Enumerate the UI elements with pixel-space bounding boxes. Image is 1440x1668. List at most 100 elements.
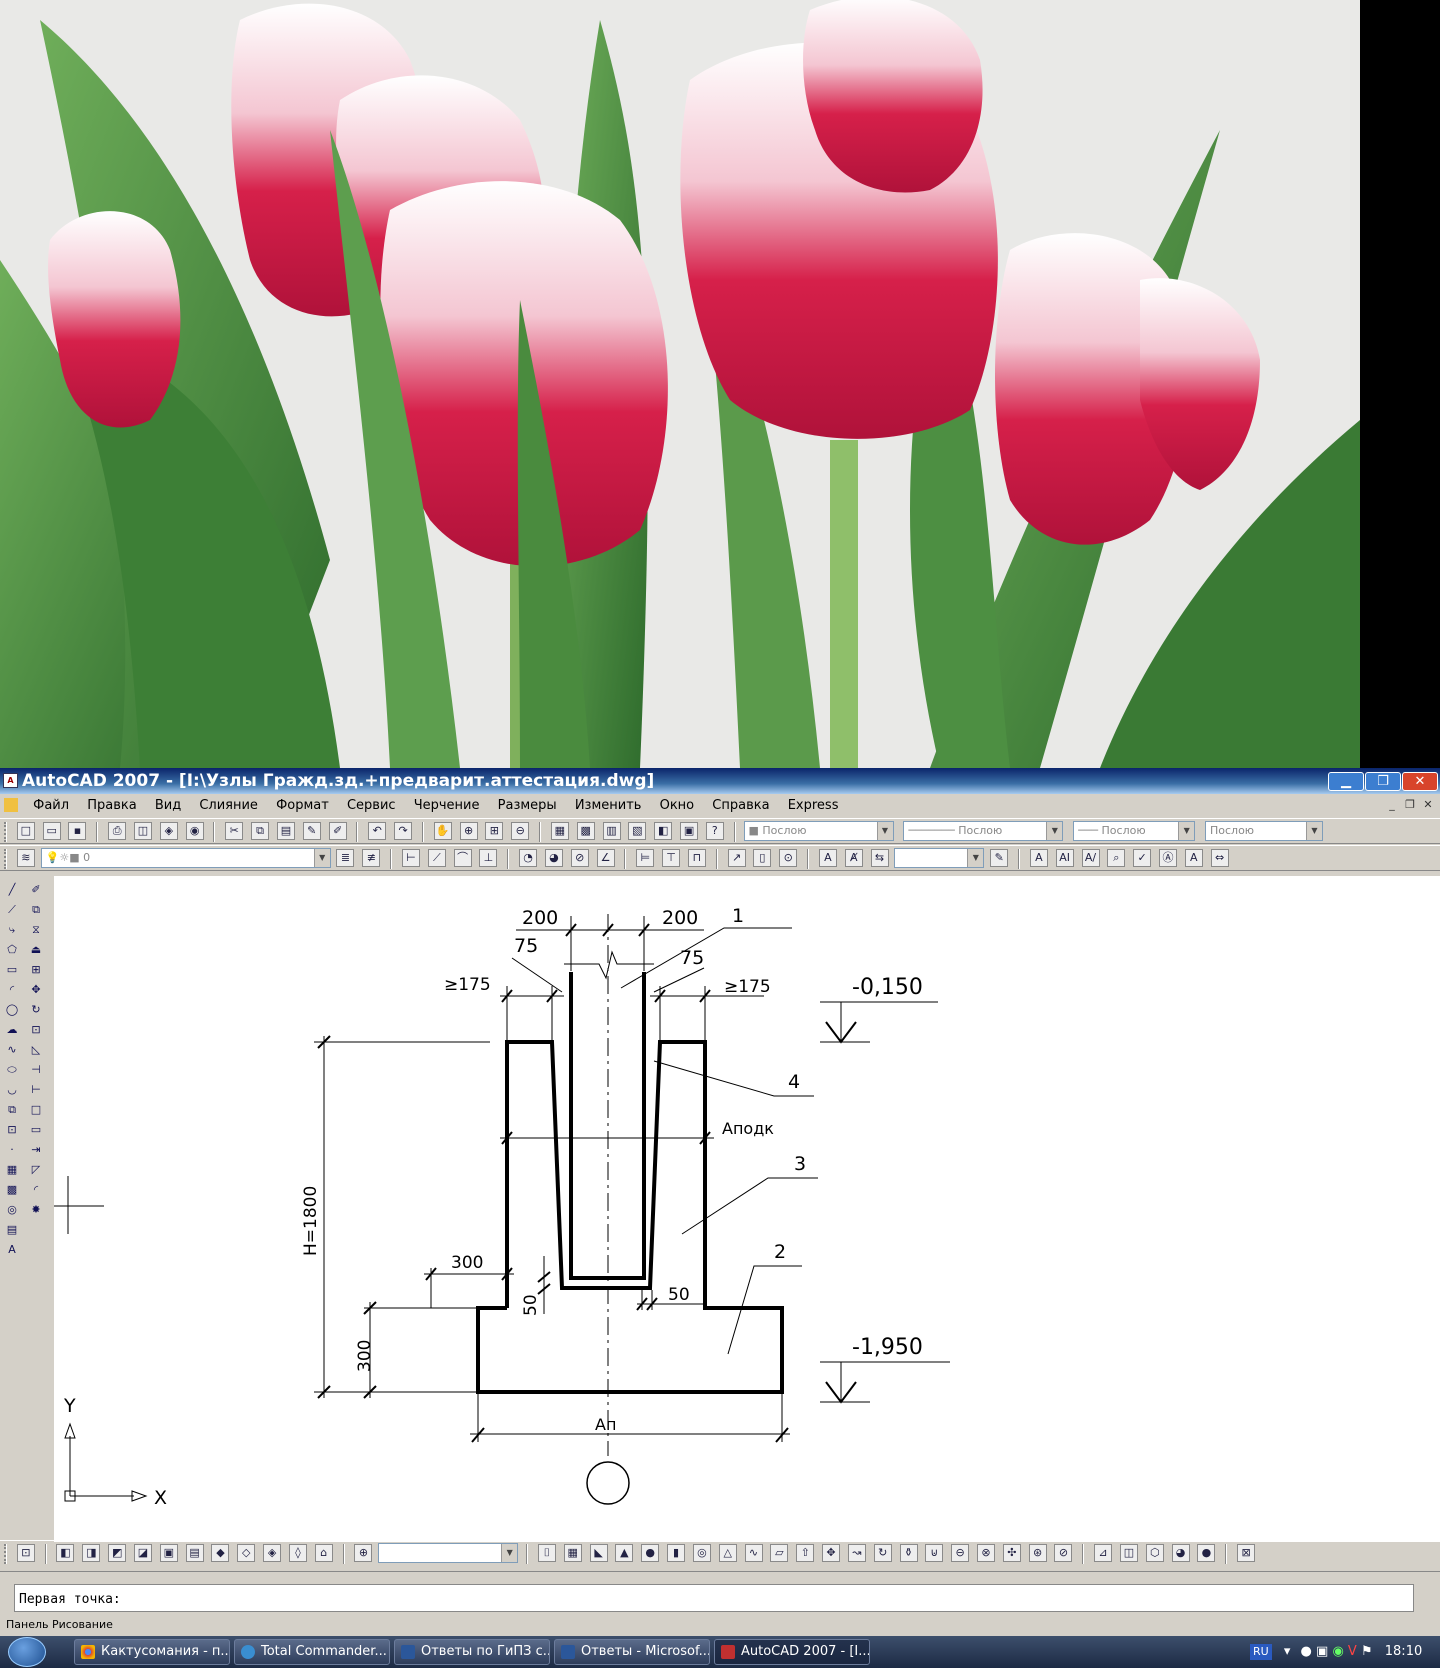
pyramid-icon[interactable]: △: [718, 1544, 737, 1562]
block-editor-icon[interactable]: ✐: [328, 822, 347, 840]
right-view-icon[interactable]: ◪: [133, 1544, 152, 1562]
camera-icon[interactable]: ⌂: [314, 1544, 333, 1562]
slice-icon[interactable]: ⊘: [1054, 1544, 1073, 1562]
start-button[interactable]: [8, 1637, 46, 1667]
spline-icon[interactable]: ∿: [3, 1042, 21, 1060]
sphere-icon[interactable]: ●: [641, 1544, 660, 1562]
make-layer-current-icon[interactable]: ≣: [336, 849, 355, 867]
taskbar-item-chrome[interactable]: Кактусомания - п...: [74, 1639, 230, 1665]
ucs-icon[interactable]: ⊡: [16, 1544, 35, 1562]
cone-icon[interactable]: ▲: [615, 1544, 634, 1562]
left-view-icon[interactable]: ◩: [108, 1544, 127, 1562]
rotate-icon[interactable]: ↻: [27, 1002, 45, 1020]
loft-icon[interactable]: ⚱: [899, 1544, 918, 1562]
3d-dwf-icon[interactable]: ◉: [185, 822, 204, 840]
taskbar-item-word-answers[interactable]: Ответы - Microsof...: [554, 1639, 710, 1665]
design-center-icon[interactable]: ▩: [576, 822, 595, 840]
dim-radius-icon[interactable]: ◔: [519, 849, 538, 867]
taskbar-item-autocad[interactable]: AutoCAD 2007 - [I...: [714, 1639, 870, 1665]
erase-icon[interactable]: ✐: [27, 882, 45, 900]
menu-file[interactable]: Файл: [26, 796, 76, 816]
polyline-icon[interactable]: ⤷: [3, 922, 21, 940]
insert-block-icon[interactable]: ⧉: [3, 1102, 21, 1120]
dim-ordinate-icon[interactable]: ⊥: [479, 849, 498, 867]
sweep-icon[interactable]: ↝: [847, 1544, 866, 1562]
chevron-down-icon[interactable]: ▼: [1305, 822, 1322, 840]
zoom-previous-icon[interactable]: ⊖: [511, 822, 530, 840]
make-block-icon[interactable]: ⊡: [3, 1122, 21, 1140]
rectangle-icon[interactable]: ▭: [3, 962, 21, 980]
dim-style-combo[interactable]: ▼: [894, 848, 985, 868]
dim-jogged-icon[interactable]: ◕: [544, 849, 563, 867]
bottom-view-icon[interactable]: ◨: [82, 1544, 101, 1562]
chevron-down-icon[interactable]: ▼: [501, 1544, 518, 1562]
dim-text-edit-icon[interactable]: Ⱥ: [844, 849, 863, 867]
tolerance-icon[interactable]: ▯: [753, 849, 772, 867]
move-icon[interactable]: ✥: [27, 982, 45, 1000]
revolve-icon[interactable]: ↻: [873, 1544, 892, 1562]
line-icon[interactable]: ╱: [3, 882, 21, 900]
break-icon[interactable]: ▭: [27, 1122, 45, 1140]
extend-icon[interactable]: ⊢: [27, 1082, 45, 1100]
dtext-icon[interactable]: AI: [1055, 849, 1074, 867]
fillet-icon[interactable]: ◜: [27, 1182, 45, 1200]
ne-iso-icon[interactable]: ◈: [263, 1544, 282, 1562]
front-view-icon[interactable]: ▣: [159, 1544, 178, 1562]
3d-wireframe-icon[interactable]: ◫: [1119, 1544, 1138, 1562]
sheet-set-icon[interactable]: ▧: [628, 822, 647, 840]
chevron-down-icon[interactable]: ▼: [876, 822, 893, 840]
properties-icon[interactable]: ▦: [550, 822, 569, 840]
polysolid-icon[interactable]: ⌷: [537, 1544, 556, 1562]
scale-text-icon[interactable]: A: [1184, 849, 1203, 867]
table-icon[interactable]: ▤: [3, 1222, 21, 1240]
copy-icon[interactable]: ⧉: [251, 822, 270, 840]
menu-express[interactable]: Express: [781, 796, 846, 816]
chamfer-icon[interactable]: ◸: [27, 1162, 45, 1180]
document-icon[interactable]: [4, 798, 18, 812]
new-icon[interactable]: □: [16, 822, 35, 840]
break-at-point-icon[interactable]: □: [27, 1102, 45, 1120]
justify-text-icon[interactable]: ⇔: [1210, 849, 1229, 867]
text-style-icon[interactable]: Ⓐ: [1158, 849, 1177, 867]
cut-icon[interactable]: ✂: [225, 822, 244, 840]
menu-window[interactable]: Окно: [653, 796, 702, 816]
dim-baseline-icon[interactable]: ⊤: [662, 849, 681, 867]
match-props-icon[interactable]: ✎: [302, 822, 321, 840]
dim-continue-icon[interactable]: ⊓: [687, 849, 706, 867]
layer-previous-icon[interactable]: ≢: [362, 849, 381, 867]
nw-iso-icon[interactable]: ◊: [288, 1544, 307, 1562]
menu-view[interactable]: Вид: [148, 796, 188, 816]
dim-style-icon[interactable]: ✎: [990, 849, 1009, 867]
dim-arc-icon[interactable]: ⌒: [453, 849, 472, 867]
mirror-icon[interactable]: ⧖: [27, 922, 45, 940]
3d-rotate-icon[interactable]: ⊛: [1028, 1544, 1047, 1562]
menu-modify[interactable]: Изменить: [568, 796, 649, 816]
trim-icon[interactable]: ⊣: [27, 1062, 45, 1080]
publish-icon[interactable]: ◈: [159, 822, 178, 840]
ellipse-arc-icon[interactable]: ◡: [3, 1082, 21, 1100]
close-button[interactable]: ✕: [1402, 772, 1438, 791]
views-combo[interactable]: ▼: [378, 1543, 519, 1563]
conceptual-icon[interactable]: ●: [1197, 1544, 1216, 1562]
circle-icon[interactable]: ◯: [3, 1002, 21, 1020]
undo-icon[interactable]: ↶: [368, 822, 387, 840]
layer-manager-icon[interactable]: ≋: [16, 849, 35, 867]
offset-icon[interactable]: ⏏: [27, 942, 45, 960]
color-combo[interactable]: ■ Послою ▼: [743, 821, 894, 841]
drawing-canvas[interactable]: 200 200 1 75 75 ≥175 ≥175 -0,150 4 Aподк…: [54, 876, 1440, 1542]
dim-linear-icon[interactable]: ⊢: [401, 849, 420, 867]
intersect-icon[interactable]: ⊗: [976, 1544, 995, 1562]
taskbar-item-total-commander[interactable]: Total Commander...: [234, 1639, 390, 1665]
visual-styles-icon[interactable]: ⊠: [1237, 1544, 1256, 1562]
dim-aligned-icon[interactable]: ⟋: [427, 849, 446, 867]
antivirus-icon[interactable]: V: [1348, 1644, 1357, 1659]
quick-dim-icon[interactable]: ⊨: [636, 849, 655, 867]
redo-icon[interactable]: ↷: [394, 822, 413, 840]
tray-chevron-icon[interactable]: ▾: [1284, 1644, 1291, 1659]
presspull-icon[interactable]: ✥: [822, 1544, 841, 1562]
plotstyle-combo[interactable]: Послою ▼: [1204, 821, 1323, 841]
calculator-icon[interactable]: ▣: [680, 822, 699, 840]
menu-tools[interactable]: Сервис: [340, 796, 403, 816]
menu-merge[interactable]: Слияние: [192, 796, 265, 816]
region-icon[interactable]: ◎: [3, 1202, 21, 1220]
